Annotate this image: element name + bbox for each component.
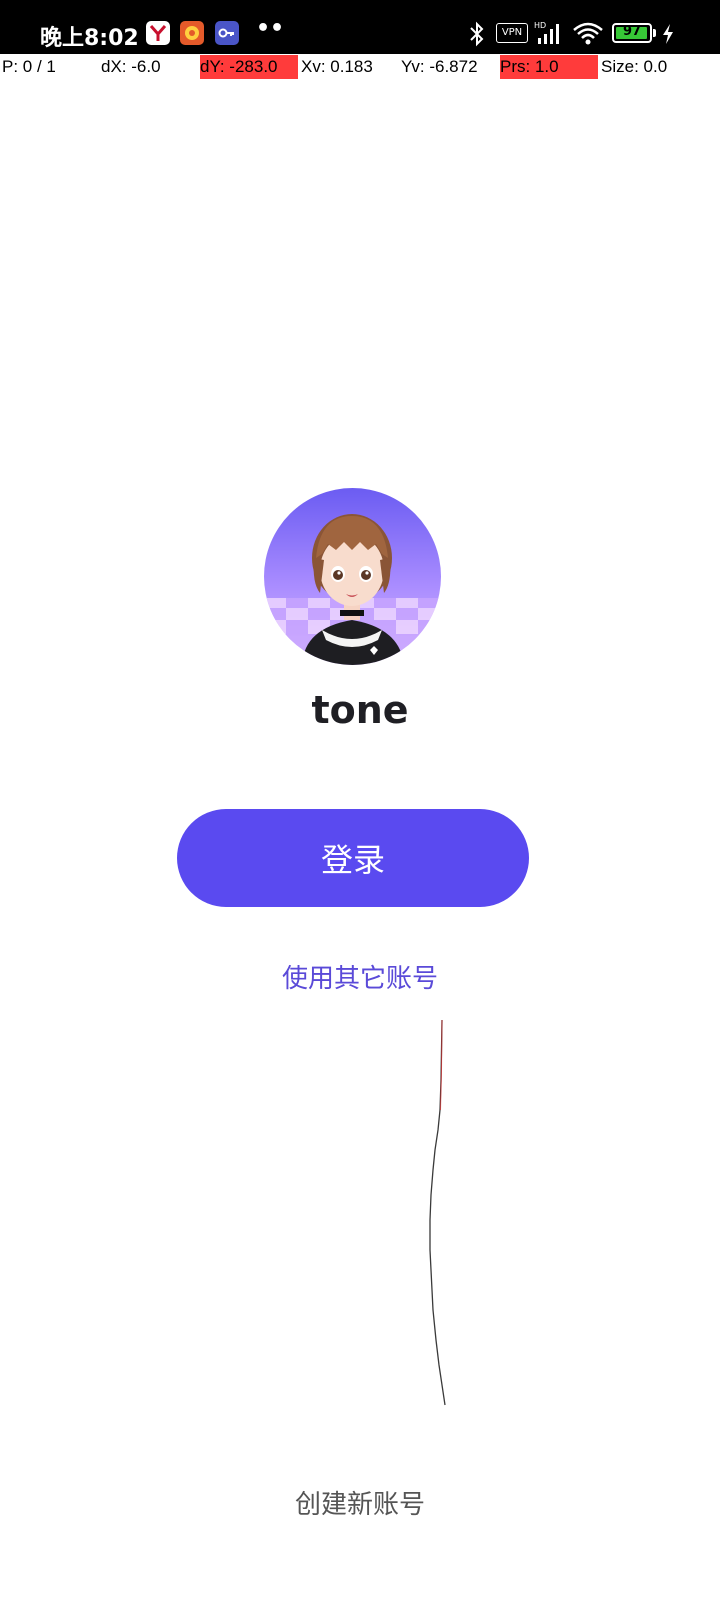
overlay-xv: Xv: 0.183 (301, 57, 373, 76)
more-notifications-icon: •• (256, 16, 285, 41)
use-other-account-link[interactable]: 使用其它账号 (0, 958, 720, 995)
bluetooth-icon (468, 21, 486, 51)
username-label: tone (311, 688, 409, 732)
overlay-pointer-count: P: 0 / 1 (2, 57, 56, 76)
avatar-3d-girl-icon (264, 488, 441, 665)
overlay-size: Size: 0.0 (601, 57, 668, 76)
status-time: 晚上8:02 (40, 26, 139, 51)
overlay-dx: dX: -6.0 (101, 57, 161, 76)
notification-key-icon (215, 21, 239, 45)
svg-text:HD: HD (534, 21, 546, 30)
wifi-icon (572, 22, 604, 50)
status-bar: 晚上8:02 •• VPN HD 97 (0, 0, 720, 54)
charging-bolt-icon (661, 23, 675, 49)
battery-icon: 97 (612, 23, 652, 43)
overlay-yv: Yv: -6.872 (401, 57, 478, 76)
cellular-signal-icon: HD (534, 20, 564, 50)
battery-level: 97 (622, 24, 642, 39)
notification-app-icon-y (146, 21, 170, 45)
login-button[interactable]: 登录 (177, 809, 529, 907)
battery-tip (653, 29, 656, 37)
overlay-pressure: Prs: 1.0 (500, 55, 598, 79)
pointer-location-overlay: P: 0 / 1 dX: -6.0 dY: -283.0 Xv: 0.183 Y… (0, 54, 720, 79)
vpn-icon: VPN (496, 23, 528, 43)
touch-trace (429, 1019, 446, 1406)
create-account-link[interactable]: 创建新账号 (0, 1484, 720, 1521)
overlay-dy: dY: -283.0 (200, 55, 298, 79)
notification-app-icon-taobao (180, 21, 204, 45)
avatar (264, 488, 441, 665)
